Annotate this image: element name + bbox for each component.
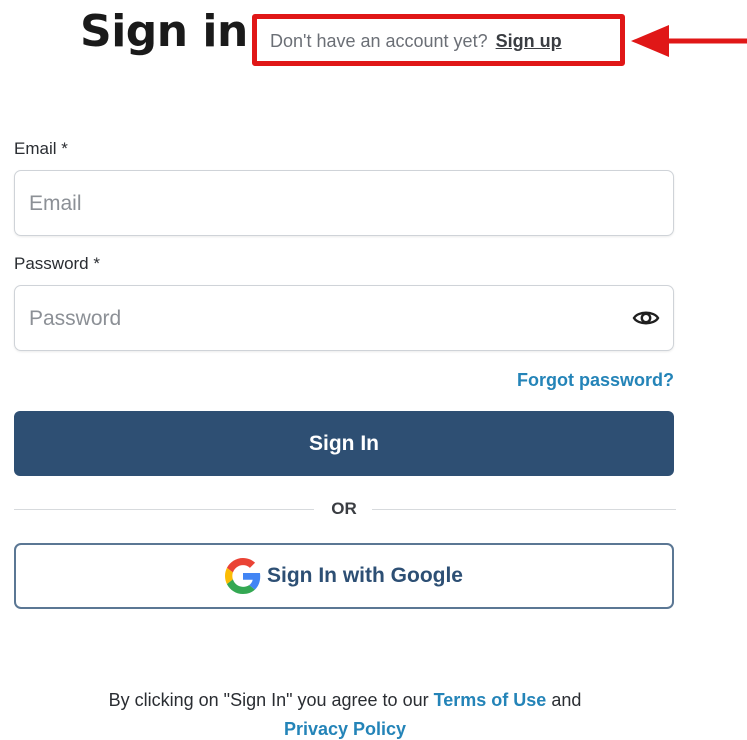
sign-in-button[interactable]: Sign In xyxy=(14,411,674,476)
privacy-policy-link[interactable]: Privacy Policy xyxy=(284,719,406,739)
signup-prompt-row: Don't have an account yet? Sign up xyxy=(270,31,562,52)
terms-of-use-link[interactable]: Terms of Use xyxy=(434,690,547,710)
signup-prompt-text: Don't have an account yet? xyxy=(270,31,488,51)
email-field-container xyxy=(14,170,674,237)
eye-icon xyxy=(632,311,660,325)
divider-or-text: OR xyxy=(331,499,357,518)
forgot-password-link[interactable]: Forgot password? xyxy=(517,370,674,391)
annotation-arrow-icon xyxy=(631,25,747,57)
password-label: Password * xyxy=(14,254,100,273)
email-input[interactable] xyxy=(27,171,631,237)
legal-text-line-1: By clicking on "Sign In" you agree to ou… xyxy=(0,690,690,711)
show-password-toggle[interactable] xyxy=(631,305,661,331)
legal-text-line-2: Privacy Policy xyxy=(0,719,690,740)
email-label: Email * xyxy=(14,139,68,158)
google-sign-in-label: Sign In with Google xyxy=(267,564,463,587)
divider-line-left xyxy=(14,509,314,510)
password-input[interactable] xyxy=(27,286,631,352)
divider-line-right xyxy=(372,509,676,510)
sign-in-page: Sign in Don't have an account yet? Sign u… xyxy=(0,0,747,740)
legal-prefix: By clicking on "Sign In" you agree to ou… xyxy=(108,690,429,710)
page-title: Sign in xyxy=(80,6,248,57)
legal-conjunction: and xyxy=(551,690,582,710)
google-g-icon xyxy=(225,558,261,594)
google-sign-in-button[interactable]: Sign In with Google xyxy=(14,543,674,609)
password-field-container xyxy=(14,285,674,352)
signup-link[interactable]: Sign up xyxy=(496,31,562,51)
